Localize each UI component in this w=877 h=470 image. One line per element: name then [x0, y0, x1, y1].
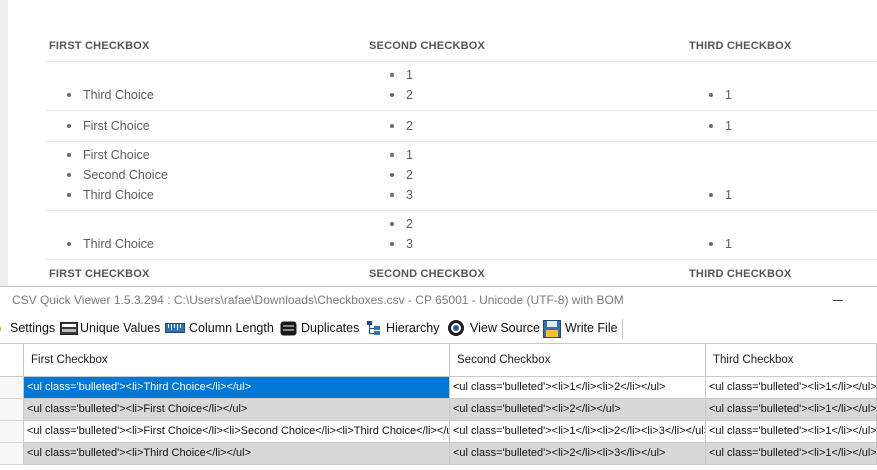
csv-quick-viewer-window: CSV Quick Viewer 1.5.3.294 : C:\Users\ra…	[0, 286, 877, 470]
grid-cell[interactable]: <ul class='bulleted'><li>1</li></ul>	[706, 443, 877, 465]
row-header[interactable]	[0, 399, 24, 421]
minimize-button[interactable]	[828, 291, 848, 309]
grid-cell[interactable]: <ul class='bulleted'><li>First Choice</l…	[24, 399, 450, 421]
row-divider	[45, 210, 877, 211]
row-header[interactable]	[0, 443, 24, 465]
duplicates-button[interactable]: Duplicates	[280, 318, 359, 338]
row-divider	[45, 259, 877, 260]
footer-second-checkbox: SECOND CHECKBOX	[369, 268, 486, 280]
title-bar[interactable]: CSV Quick Viewer 1.5.3.294 : C:\Users\ra…	[0, 286, 877, 314]
save-icon	[543, 320, 561, 338]
row-divider	[45, 110, 877, 111]
list-item: Third Choice	[67, 85, 154, 105]
list-item: 3	[390, 234, 413, 254]
grid-cell[interactable]: <ul class='bulleted'><li>1</li></ul>	[706, 421, 877, 443]
grid-cell[interactable]: <ul class='bulleted'><li>1</li><li>2</li…	[450, 421, 706, 443]
toolbar: Settings Unique Values Column Length Dup…	[0, 314, 877, 343]
column-header-second-checkbox[interactable]: Second Checkbox	[450, 344, 706, 377]
grid-cell[interactable]: <ul class='bulleted'><li>1</li></ul>	[706, 399, 877, 421]
list-item: 1	[709, 234, 732, 254]
grid-cell[interactable]: <ul class='bulleted'><li>1</li></ul>	[706, 377, 877, 399]
column-length-button[interactable]: Column Length	[165, 318, 274, 338]
data-grid: First Checkbox Second Checkbox Third Che…	[0, 343, 877, 470]
grid-cell[interactable]: <ul class='bulleted'><li>2</li><li>3</li…	[450, 443, 706, 465]
window-title: CSV Quick Viewer 1.5.3.294 : C:\Users\ra…	[12, 293, 624, 307]
list-item: Third Choice	[67, 234, 154, 254]
grid-cell[interactable]: <ul class='bulleted'><li>2</li></ul>	[450, 399, 706, 421]
row-divider	[45, 141, 877, 142]
hierarchy-icon	[366, 320, 382, 336]
list-item: 2	[390, 165, 413, 185]
list-item: 1	[709, 185, 732, 205]
write-file-button[interactable]: Write File	[543, 318, 618, 338]
column-header-third-checkbox[interactable]: Third Checkbox	[706, 344, 877, 377]
row-header[interactable]	[0, 421, 24, 443]
header-third-checkbox: THIRD CHECKBOX	[689, 40, 792, 52]
list-item: 1	[390, 65, 413, 85]
list-item: 1	[390, 145, 413, 165]
web-table-view: FIRST CHECKBOX SECOND CHECKBOX THIRD CHE…	[0, 0, 877, 286]
grid-cell[interactable]: <ul class='bulleted'><li>Third Choice</l…	[24, 377, 450, 399]
column-header-first-checkbox[interactable]: First Checkbox	[24, 344, 450, 377]
grid-cell[interactable]: <ul class='bulleted'><li>Third Choice</l…	[24, 443, 450, 465]
footer-first-checkbox: FIRST CHECKBOX	[49, 268, 150, 280]
settings-button[interactable]: Settings	[0, 318, 55, 338]
toolbar-separator	[622, 319, 623, 339]
minimize-icon	[833, 300, 843, 301]
footer-third-checkbox: THIRD CHECKBOX	[689, 268, 792, 280]
list-item: 2	[390, 116, 413, 136]
list-item: First Choice	[67, 116, 150, 136]
list-item: 3	[390, 185, 413, 205]
duplicates-icon	[280, 320, 297, 336]
list-item: 2	[390, 214, 413, 234]
row-header[interactable]	[0, 377, 24, 399]
header-first-checkbox: FIRST CHECKBOX	[49, 40, 150, 52]
left-scroll-gutter	[0, 0, 8, 286]
grid-cell[interactable]: <ul class='bulleted'><li>1</li><li>2</li…	[450, 377, 706, 399]
list-item: 1	[709, 116, 732, 136]
gear-icon	[0, 320, 4, 336]
row-divider	[45, 61, 877, 62]
eye-icon	[447, 320, 466, 336]
view-source-button[interactable]: View Source	[447, 318, 540, 338]
list-item: First Choice	[67, 145, 150, 165]
hierarchy-button[interactable]: Hierarchy	[366, 318, 440, 338]
unique-values-button[interactable]: Unique Values	[60, 318, 160, 338]
ruler-icon	[165, 320, 185, 336]
list-item: Second Choice	[67, 165, 168, 185]
grid-cell[interactable]: <ul class='bulleted'><li>First Choice</l…	[24, 421, 450, 443]
list-item: 1	[709, 85, 732, 105]
list-item: Third Choice	[67, 185, 154, 205]
list-item: 2	[390, 85, 413, 105]
unique-values-icon	[60, 320, 78, 336]
header-second-checkbox: SECOND CHECKBOX	[369, 40, 486, 52]
grid-corner[interactable]	[0, 344, 24, 377]
